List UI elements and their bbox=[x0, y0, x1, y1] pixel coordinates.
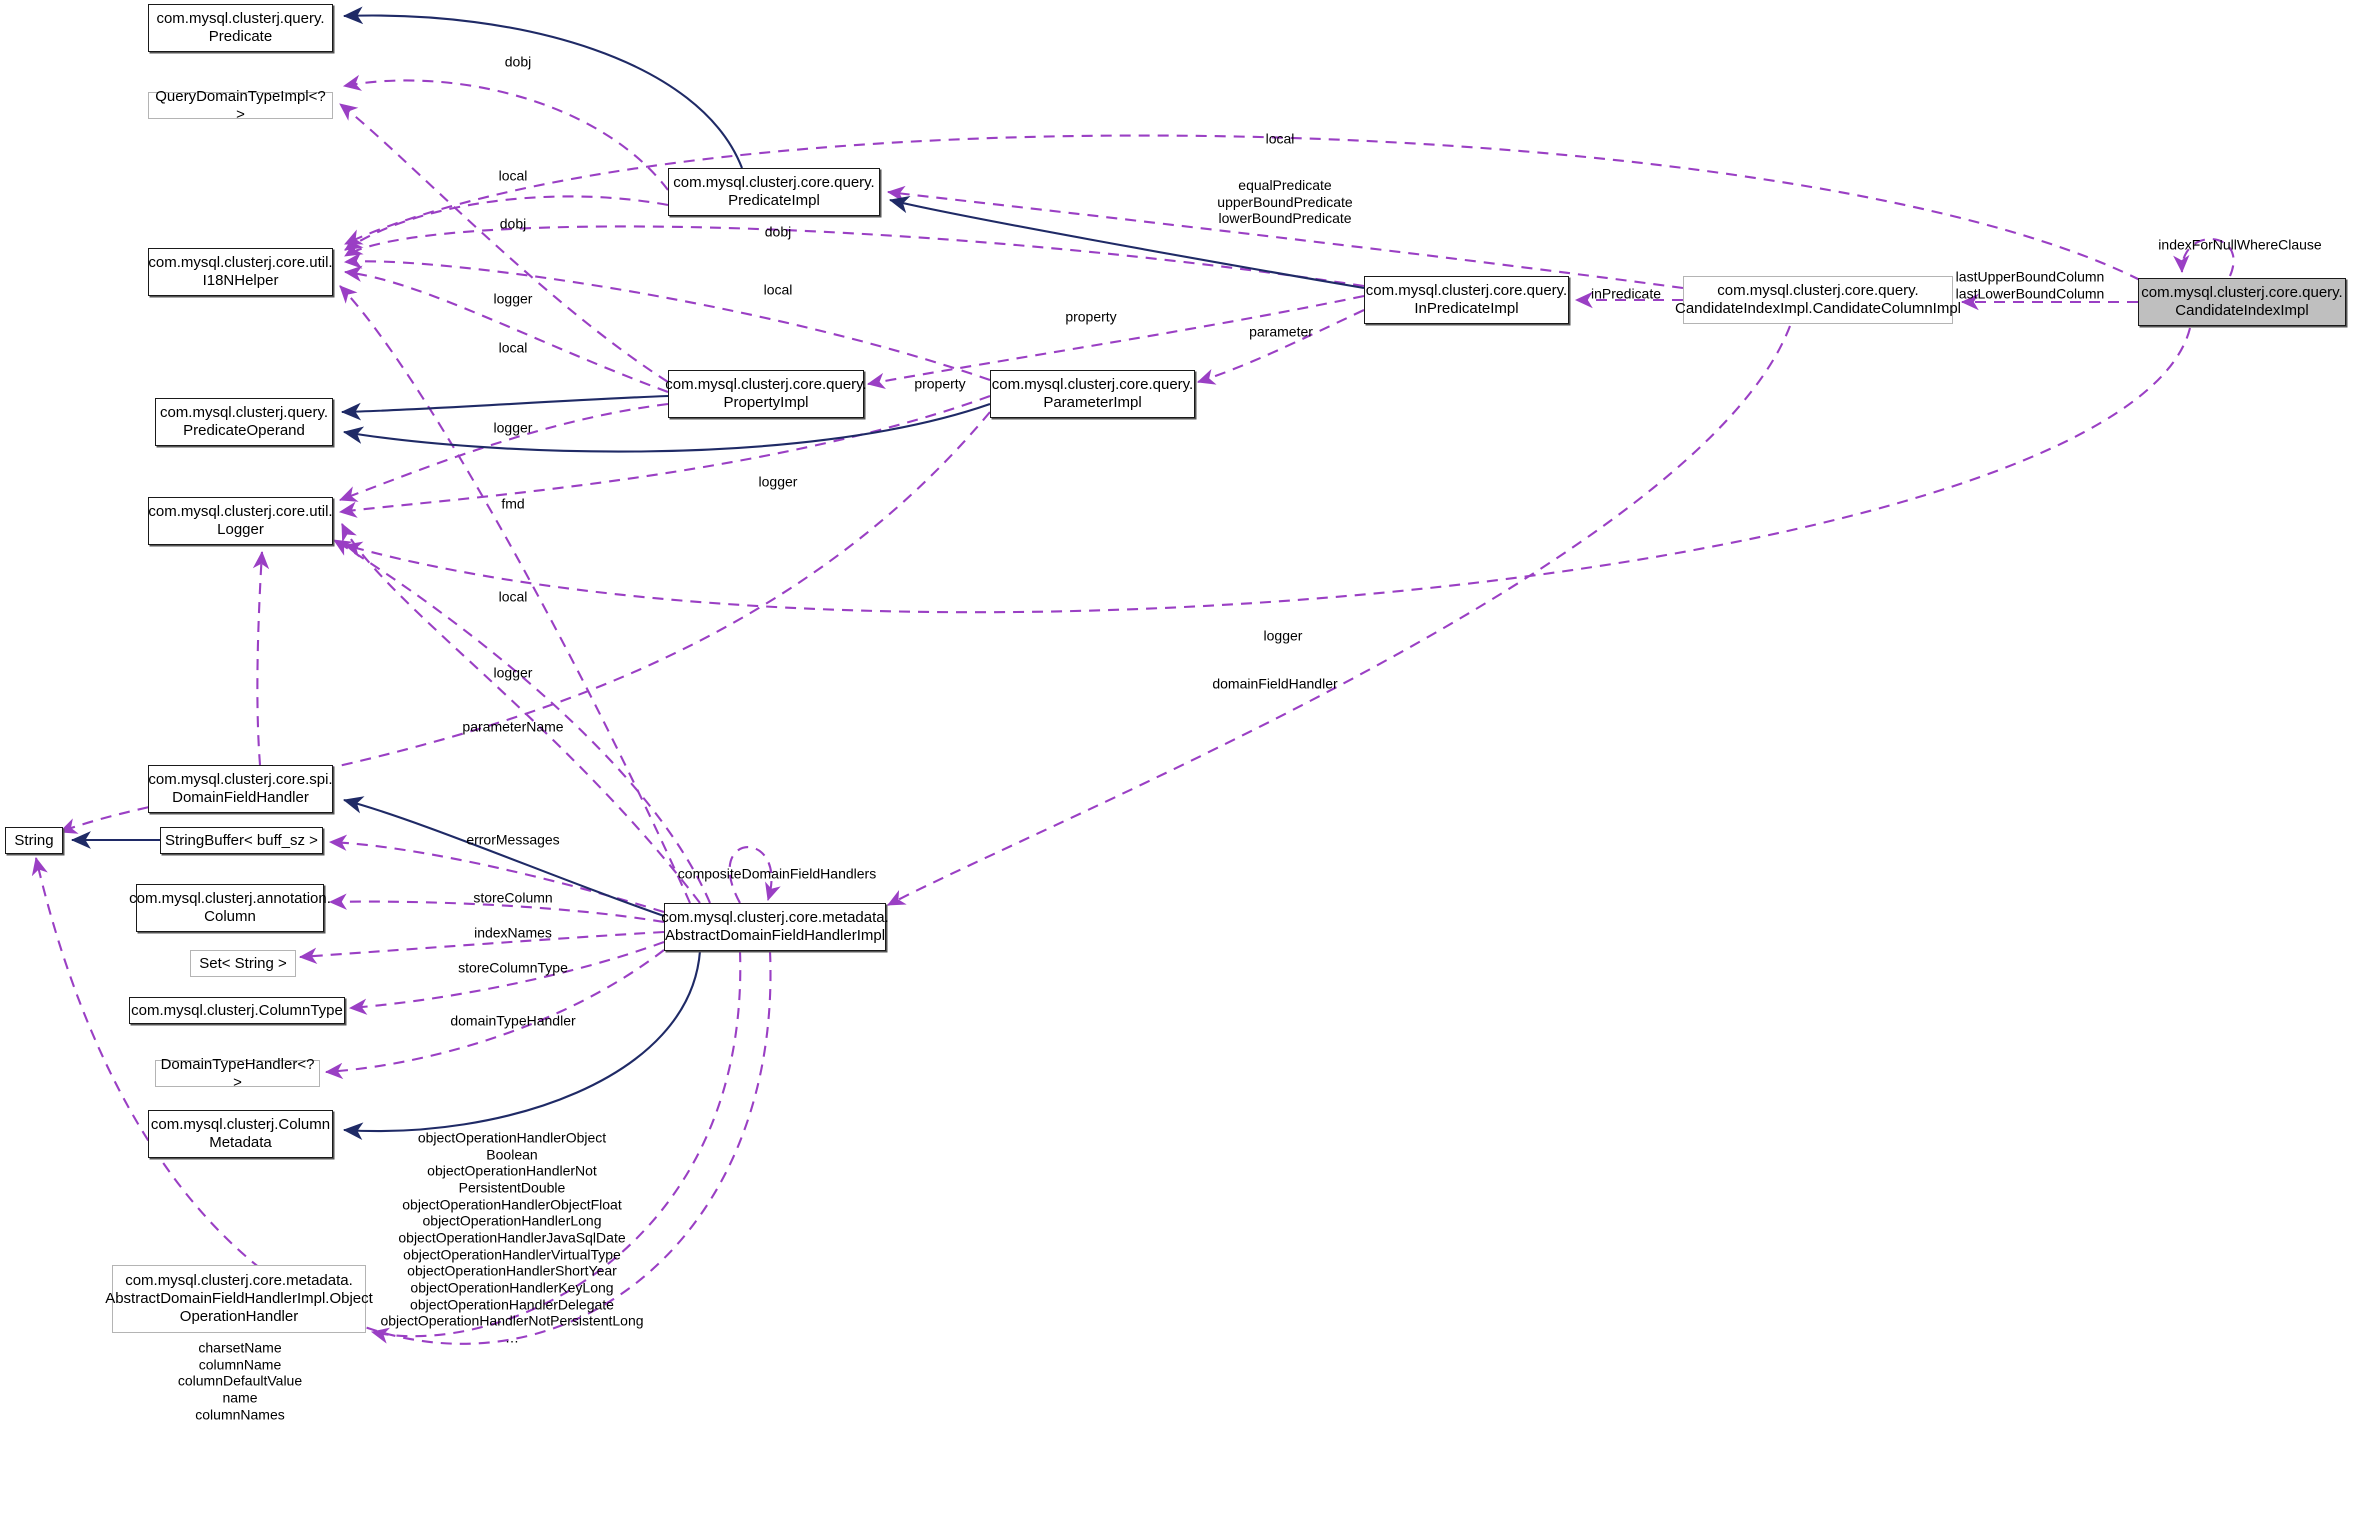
class-node-candidateindeximpl[interactable]: com.mysql.clusterj.core.query. Candidate… bbox=[2138, 278, 2346, 326]
class-node-parameterimpl[interactable]: com.mysql.clusterj.core.query. Parameter… bbox=[990, 370, 1195, 418]
class-node-candidatecolumnimpl[interactable]: com.mysql.clusterj.core.query. Candidate… bbox=[1675, 276, 1961, 324]
class-node-predicateoperand[interactable]: com.mysql.clusterj.query. PredicateOpera… bbox=[155, 398, 333, 446]
class-node-inpredicateimpl[interactable]: com.mysql.clusterj.core.query. InPredica… bbox=[1364, 276, 1569, 324]
usage-edges bbox=[31, 74, 2235, 1345]
class-node-i18nhelper[interactable]: com.mysql.clusterj.core.util. I18NHelper bbox=[148, 248, 333, 296]
edge-label-local: local bbox=[498, 339, 528, 356]
class-node-string[interactable]: String bbox=[5, 827, 63, 854]
edge-label-logger: logger bbox=[493, 419, 533, 436]
edge-label-inpredicate: inPredicate bbox=[1590, 285, 1662, 302]
edge-label-indexfornullwhereclause: indexForNullWhereClause bbox=[2158, 236, 2322, 253]
class-node-domainfieldhandler[interactable]: com.mysql.clusterj.core.spi. DomainField… bbox=[148, 765, 333, 813]
edge-label-objectoperationhandlers: objectOperationHandlerObject Boolean obj… bbox=[380, 1129, 644, 1346]
class-node-stringbuffer[interactable]: StringBuffer< buff_sz > bbox=[160, 827, 323, 854]
edge-label-compositedomainfieldhandlers: compositeDomainFieldHandlers bbox=[677, 865, 877, 882]
edge-label-last-bound-columns: lastUpperBoundColumn lastLowerBoundColum… bbox=[1955, 268, 2105, 301]
edge-label-storecolumn: storeColumn bbox=[473, 889, 553, 906]
edge-label-parametername: parameterName bbox=[462, 718, 564, 735]
edge-label-errormessages: errorMessages bbox=[466, 831, 560, 848]
edge-label-local: local bbox=[498, 588, 528, 605]
edge-label-storecolumntype: storeColumnType bbox=[458, 959, 568, 976]
edge-label-logger: logger bbox=[758, 473, 798, 490]
edge-label-property: property bbox=[914, 375, 966, 392]
class-node-propertyimpl[interactable]: com.mysql.clusterj.core.query. PropertyI… bbox=[665, 370, 867, 418]
class-node-columntype[interactable]: com.mysql.clusterj.ColumnType bbox=[129, 997, 345, 1024]
class-node-objectoperationhandler[interactable]: com.mysql.clusterj.core.metadata. Abstra… bbox=[105, 1265, 373, 1333]
edge-label-parameter: parameter bbox=[1249, 323, 1313, 340]
edge-label-string-fields: charsetName columnName columnDefaultValu… bbox=[177, 1339, 303, 1422]
edge-label-fmd: fmd bbox=[501, 495, 525, 512]
edge-label-local: local bbox=[1265, 130, 1295, 147]
edge-label-logger: logger bbox=[493, 664, 533, 681]
edge-label-local: local bbox=[763, 281, 793, 298]
edge-label-logger: logger bbox=[1263, 627, 1303, 644]
class-node-columnmetadata[interactable]: com.mysql.clusterj.Column Metadata bbox=[148, 1110, 333, 1158]
edge-label-property: property bbox=[1065, 308, 1117, 325]
collaboration-diagram-canvas: com.mysql.clusterj.query. Predicate Quer… bbox=[0, 0, 2355, 1531]
class-node-annotation-column[interactable]: com.mysql.clusterj.annotation. Column bbox=[129, 884, 331, 932]
edge-label-bound-predicates: equalPredicate upperBoundPredicate lower… bbox=[1217, 177, 1353, 227]
class-node-domaintypehandler[interactable]: DomainTypeHandler<?> bbox=[155, 1056, 320, 1091]
edge-label-domainfieldhandler: domainFieldHandler bbox=[1212, 675, 1338, 692]
edge-label-dobj: dobj bbox=[499, 215, 527, 232]
edge-label-domaintypehandler: domainTypeHandler bbox=[450, 1012, 576, 1029]
edge-label-indexnames: indexNames bbox=[474, 924, 552, 941]
class-node-set-string[interactable]: Set< String > bbox=[190, 950, 296, 977]
edge-label-logger: logger bbox=[493, 290, 533, 307]
class-node-querydomaintypeimpl[interactable]: QueryDomainTypeImpl<?> bbox=[148, 88, 333, 123]
class-node-abstractdomainfieldhandlerimpl[interactable]: com.mysql.clusterj.core.metadata. Abstra… bbox=[661, 903, 889, 951]
class-node-logger[interactable]: com.mysql.clusterj.core.util. Logger bbox=[148, 497, 333, 545]
class-node-predicateimpl[interactable]: com.mysql.clusterj.core.query. Predicate… bbox=[668, 168, 880, 216]
edge-label-dobj: dobj bbox=[764, 223, 792, 240]
edge-label-local: local bbox=[498, 167, 528, 184]
class-node-predicate[interactable]: com.mysql.clusterj.query. Predicate bbox=[148, 4, 333, 52]
edge-label-dobj: dobj bbox=[504, 53, 532, 70]
